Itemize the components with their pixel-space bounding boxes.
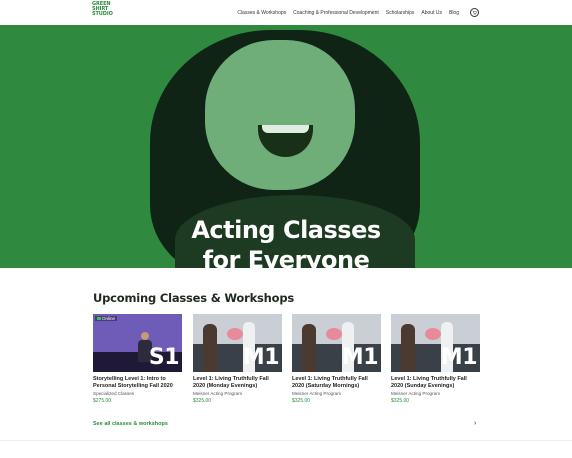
hero-title: Acting Classes for Everyone <box>0 215 572 268</box>
hero-title-line1: Acting Classes <box>191 216 381 244</box>
class-thumbnail[interactable]: M1 <box>391 314 480 372</box>
main-nav: Classes & Workshops Coaching & Professio… <box>237 0 479 25</box>
hero-banner: Acting Classes for Everyone <box>0 25 572 268</box>
hero-title-line2: for Everyone <box>202 246 370 268</box>
class-thumbnail[interactable]: M1 <box>193 314 282 372</box>
class-price: $325.00 <box>193 398 212 404</box>
class-card[interactable]: M1 Level 1: Living Truthfully Fall 2020 … <box>391 314 480 404</box>
class-price: $275.00 <box>93 398 112 404</box>
hero-photo-face <box>205 40 355 190</box>
course-code-badge: M1 <box>242 345 280 370</box>
class-thumbnail[interactable]: M1 <box>292 314 381 372</box>
course-code-badge: S1 <box>148 345 180 370</box>
divider <box>0 440 572 441</box>
class-card[interactable]: M1 Level 1: Living Truthfully Fall 2020 … <box>193 314 282 404</box>
logo-line: STUDIO <box>92 11 113 18</box>
nav-scholarships[interactable]: Scholarships <box>386 10 415 16</box>
class-category: Meisner Acting Program <box>292 391 342 396</box>
course-code-badge: M1 <box>341 345 379 370</box>
nav-blog[interactable]: Blog <box>449 10 459 16</box>
class-category: Specialized Classes <box>93 391 135 396</box>
pink-prop <box>227 328 243 340</box>
hero-photo-teeth <box>262 125 309 133</box>
green-shirt-studio-logo[interactable]: GREEN SHIRT STUDIO <box>92 1 116 22</box>
course-code-badge: M1 <box>440 345 478 370</box>
class-price: $325.00 <box>292 398 311 404</box>
class-card[interactable]: M1 Level 1: Living Truthfully Fall 2020 … <box>292 314 381 404</box>
pink-prop <box>326 328 342 340</box>
cart-icon[interactable] <box>470 8 479 17</box>
nav-coaching[interactable]: Coaching & Professional Development <box>293 10 379 16</box>
section-title: Upcoming Classes & Workshops <box>93 291 295 305</box>
nav-about-us[interactable]: About Us <box>421 10 442 16</box>
class-title[interactable]: Level 1: Living Truthfully Fall 2020 (Mo… <box>193 376 282 390</box>
nav-classes-workshops[interactable]: Classes & Workshops <box>237 10 286 16</box>
actor-silhouette <box>302 324 316 372</box>
see-all-classes-link[interactable]: See all classes & workshops <box>93 421 168 427</box>
class-title[interactable]: Storytelling Level 1: Intro to Personal … <box>93 376 182 390</box>
chevron-right-icon[interactable]: › <box>474 420 476 427</box>
speaker-head <box>141 332 149 340</box>
pink-prop <box>425 328 441 340</box>
class-price: $325.00 <box>391 398 410 404</box>
class-card[interactable]: Online S1 Storytelling Level 1: Intro to… <box>93 314 182 404</box>
site-header: GREEN SHIRT STUDIO Classes & Workshops C… <box>0 0 572 25</box>
online-label: Online <box>102 316 116 321</box>
class-category: Meisner Acting Program <box>193 391 243 396</box>
actor-silhouette <box>203 324 217 372</box>
actor-silhouette <box>401 324 415 372</box>
online-badge: Online <box>95 316 118 321</box>
class-title[interactable]: Level 1: Living Truthfully Fall 2020 (Sa… <box>292 376 381 390</box>
class-title[interactable]: Level 1: Living Truthfully Fall 2020 (Su… <box>391 376 480 390</box>
class-category: Meisner Acting Program <box>391 391 441 396</box>
online-indicator-icon <box>97 317 101 320</box>
class-thumbnail[interactable]: Online S1 <box>93 314 182 372</box>
